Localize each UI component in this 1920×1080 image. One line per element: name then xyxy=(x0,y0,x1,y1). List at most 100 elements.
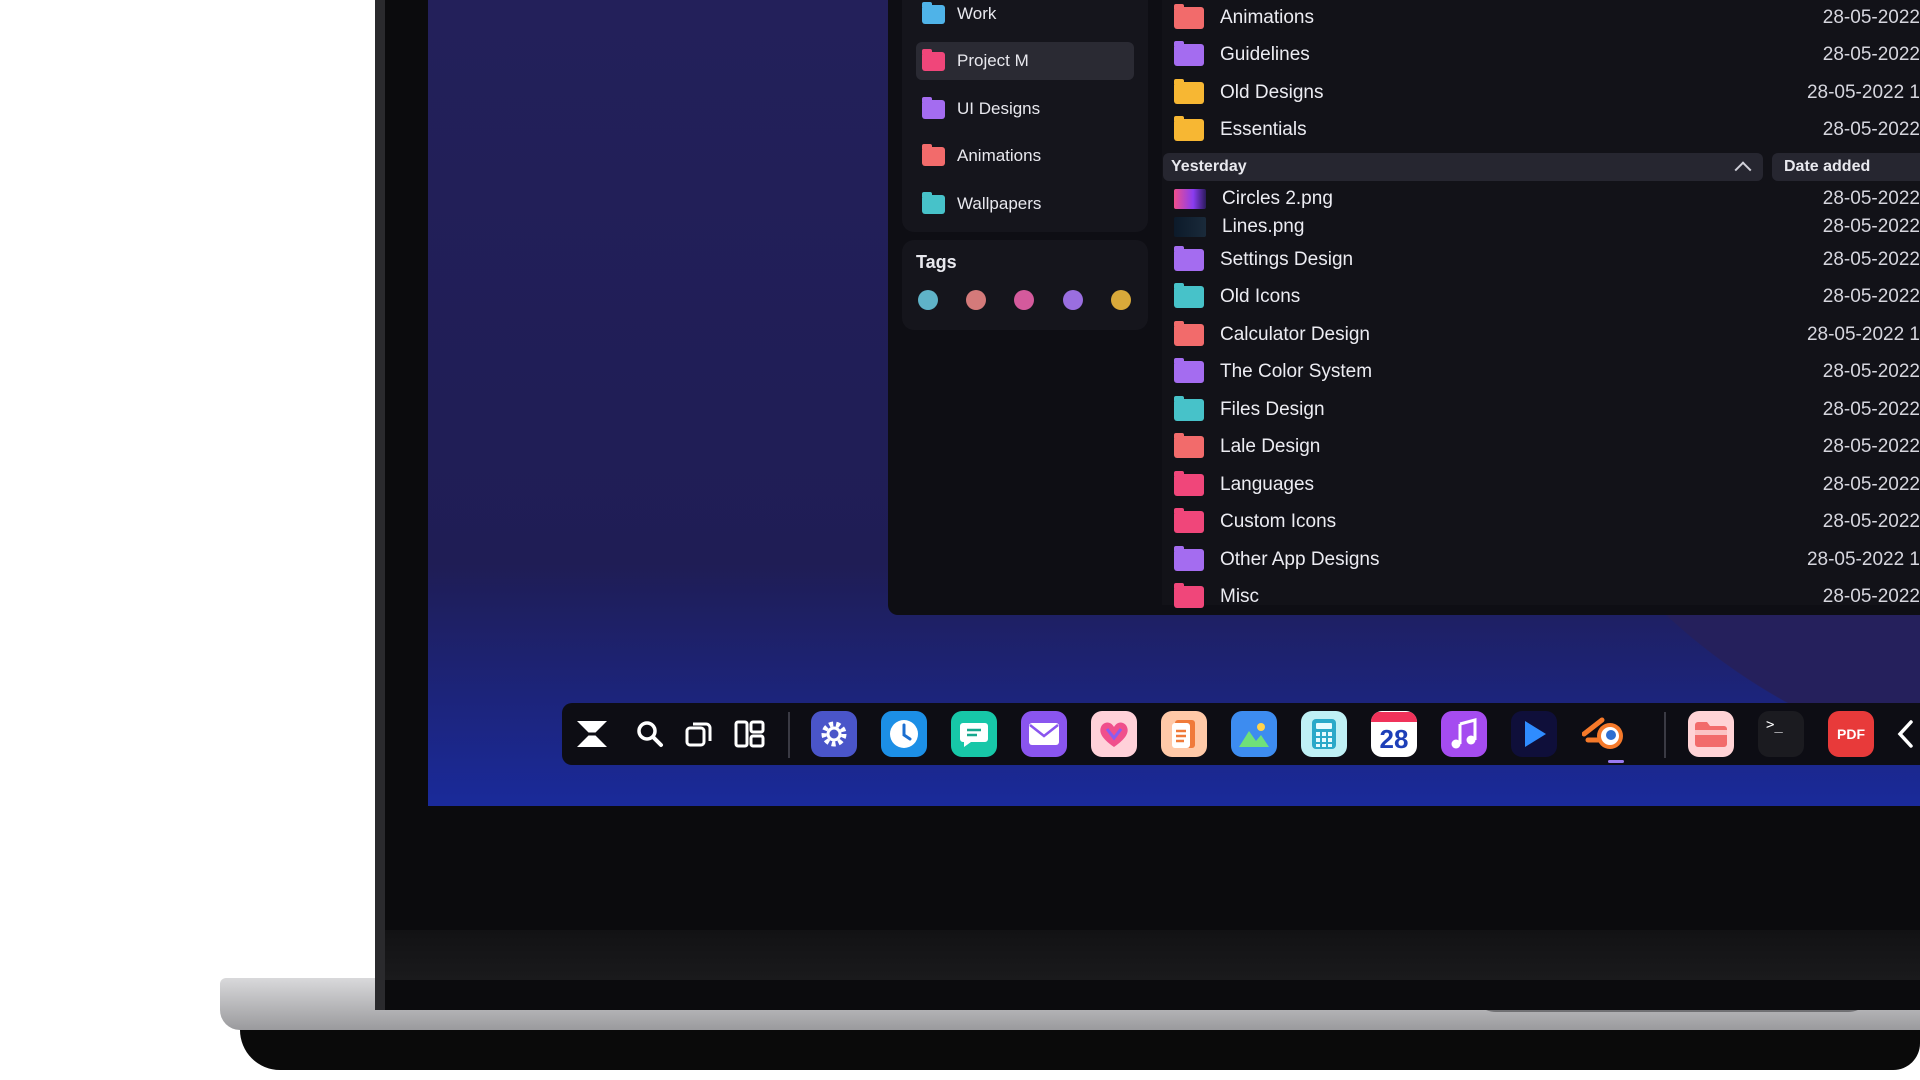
file-date: 28-05-2022 xyxy=(1822,586,1920,607)
file-name: Custom Icons xyxy=(1220,511,1337,532)
tag-color-dot[interactable] xyxy=(1014,290,1034,310)
file-date: 28-05-2022 xyxy=(1822,7,1920,28)
file-date: 28-05-2022 1 xyxy=(1806,549,1920,570)
file-date: 28-05-2022 xyxy=(1822,436,1920,457)
tag-color-dot[interactable] xyxy=(918,290,938,310)
documents-icon[interactable] xyxy=(1161,711,1207,757)
folder-icon xyxy=(922,143,945,166)
sidebar-item-ui-designs[interactable]: UI Designs xyxy=(916,90,1134,128)
file-row[interactable]: Other App Designs 28-05-2022 1 xyxy=(1170,543,1920,577)
sort-date-added-button[interactable]: Date added xyxy=(1772,153,1920,181)
calendar-icon[interactable]: 28 xyxy=(1371,711,1417,757)
file-date: 28-05-2022 xyxy=(1822,216,1920,237)
folder-icon xyxy=(1174,396,1204,421)
chevron-up-icon[interactable] xyxy=(1734,161,1752,179)
mail-icon[interactable] xyxy=(1021,711,1067,757)
tag-color-dot[interactable] xyxy=(1111,290,1131,310)
file-date: 28-05-2022 1 xyxy=(1806,324,1920,345)
folder-icon xyxy=(1174,546,1204,571)
folder-icon xyxy=(922,191,945,214)
window-switcher-icon[interactable] xyxy=(676,711,722,757)
file-row[interactable]: The Color System 28-05-2022 xyxy=(1170,355,1920,389)
file-row[interactable]: Old Designs 28-05-2022 1 xyxy=(1170,76,1920,110)
file-date: 28-05-2022 xyxy=(1822,361,1920,382)
image-thumbnail xyxy=(1174,217,1206,237)
tiling-layout-icon[interactable] xyxy=(727,711,773,757)
file-row[interactable]: Animations 28-05-2022 xyxy=(1170,1,1920,35)
folder-icon xyxy=(1174,246,1204,271)
file-row[interactable]: Lines.png 28-05-2022 xyxy=(1170,210,1920,244)
folder-icon xyxy=(1174,583,1204,608)
tags-title: Tags xyxy=(916,252,957,272)
file-date: 28-05-2022 xyxy=(1822,188,1920,209)
folder-icon xyxy=(1174,358,1204,383)
file-row[interactable]: Misc 28-05-2022 xyxy=(1170,580,1920,614)
running-indicator xyxy=(1608,760,1624,763)
file-row[interactable]: Old Icons 28-05-2022 xyxy=(1170,280,1920,314)
file-row[interactable]: Languages 28-05-2022 xyxy=(1170,468,1920,502)
file-name: Old Icons xyxy=(1220,286,1301,307)
calendar-day: 28 xyxy=(1379,724,1409,754)
folder-icon xyxy=(1174,41,1204,66)
files-folder-icon[interactable] xyxy=(1688,711,1734,757)
file-name: Lines.png xyxy=(1222,216,1305,237)
folder-icon xyxy=(1174,471,1204,496)
file-name: Misc xyxy=(1220,586,1260,607)
search-icon[interactable] xyxy=(627,711,673,757)
sort-label: Date added xyxy=(1784,158,1871,175)
folder-icon xyxy=(1174,508,1204,533)
chevron-left-icon[interactable] xyxy=(1890,711,1920,757)
settings-gear-icon[interactable] xyxy=(811,711,857,757)
file-row[interactable]: Custom Icons 28-05-2022 xyxy=(1170,505,1920,539)
file-name: Lale Design xyxy=(1220,436,1321,457)
sidebar-item-label: Wallpapers xyxy=(957,194,1042,213)
folder-icon xyxy=(1174,4,1204,29)
file-row[interactable]: Lale Design 28-05-2022 xyxy=(1170,430,1920,464)
file-date: 28-05-2022 xyxy=(1822,44,1920,65)
image-thumbnail xyxy=(1174,189,1206,209)
clock-icon[interactable] xyxy=(881,711,927,757)
folder-icon xyxy=(1174,433,1204,458)
laptop-bezel-chin xyxy=(385,930,1920,980)
calculator-icon[interactable] xyxy=(1301,711,1347,757)
file-row[interactable]: Essentials 28-05-2022 xyxy=(1170,113,1920,147)
dock-separator xyxy=(788,712,790,758)
folder-icon xyxy=(1174,321,1204,346)
laptop-base-shadow xyxy=(240,1030,1920,1070)
sidebar-item-animations[interactable]: Animations xyxy=(916,137,1134,175)
tag-color-dot[interactable] xyxy=(966,290,986,310)
blender-icon[interactable] xyxy=(1581,711,1627,757)
pdf-label: PDF xyxy=(1837,726,1865,742)
file-date: 28-05-2022 xyxy=(1822,474,1920,495)
tag-color-dot[interactable] xyxy=(1063,290,1083,310)
video-player-icon[interactable] xyxy=(1511,711,1557,757)
file-date: 28-05-2022 xyxy=(1822,286,1920,307)
sidebar-item-label: Project M xyxy=(957,51,1029,70)
launcher-icon[interactable] xyxy=(569,711,615,757)
chat-icon[interactable] xyxy=(951,711,997,757)
terminal-icon[interactable]: >_ xyxy=(1758,711,1804,757)
group-label: Yesterday xyxy=(1171,158,1247,175)
folder-icon xyxy=(1174,79,1204,104)
file-name: Circles 2.png xyxy=(1222,188,1333,209)
group-header-yesterday[interactable]: Yesterday xyxy=(1163,153,1763,181)
music-note-icon[interactable] xyxy=(1441,711,1487,757)
file-row[interactable]: Guidelines 28-05-2022 xyxy=(1170,38,1920,72)
file-name: The Color System xyxy=(1220,361,1373,382)
heart-app-icon[interactable] xyxy=(1091,711,1137,757)
pdf-viewer-icon[interactable]: PDF xyxy=(1828,711,1874,757)
sidebar-item-wallpapers[interactable]: Wallpapers xyxy=(916,185,1134,223)
sidebar-item-work[interactable]: Work xyxy=(916,0,1134,33)
folder-icon xyxy=(922,48,945,71)
folder-icon xyxy=(922,1,945,24)
photos-landscape-icon[interactable] xyxy=(1231,711,1277,757)
file-name: Languages xyxy=(1220,474,1315,495)
file-row[interactable]: Calculator Design 28-05-2022 1 xyxy=(1170,318,1920,352)
file-row[interactable]: Settings Design 28-05-2022 xyxy=(1170,243,1920,277)
sidebar-item-project-m[interactable]: Project M xyxy=(916,42,1134,80)
file-name: Files Design xyxy=(1220,399,1325,420)
terminal-prompt: >_ xyxy=(1766,717,1783,733)
folder-icon xyxy=(922,96,945,119)
sidebar-item-label: UI Designs xyxy=(957,99,1041,118)
file-row[interactable]: Files Design 28-05-2022 xyxy=(1170,393,1920,427)
